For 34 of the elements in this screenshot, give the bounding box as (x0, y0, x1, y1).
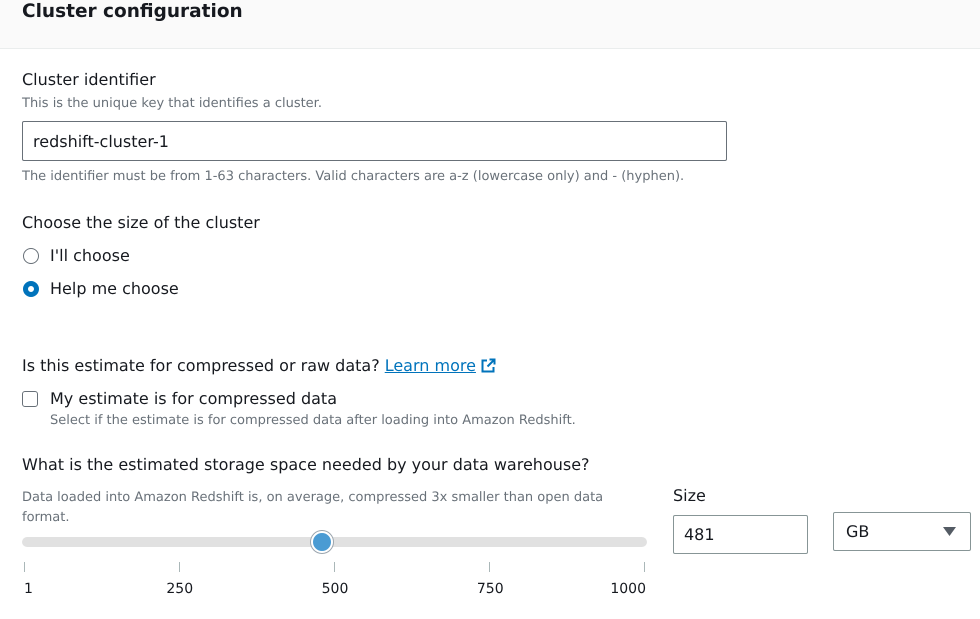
radio-button[interactable] (23, 280, 39, 296)
question-text: Is this estimate for compressed or raw data? (22, 355, 380, 377)
question-text: What is the estimated storage space needed by your data warehouse? (22, 454, 590, 476)
size-input[interactable]: 481 (673, 515, 808, 554)
checkbox[interactable] (22, 391, 38, 407)
checkbox-label[interactable]: My estimate is for compressed data (50, 388, 337, 410)
slider-thumb[interactable] (311, 531, 333, 553)
slider-tick (334, 562, 335, 572)
field-description: This is the unique key that identifies a cluster. (22, 95, 322, 113)
storage-description: Data loaded into Amazon Redshift is, on average, compressed 3x smaller than open data format. (22, 489, 604, 527)
slider-tick (179, 562, 180, 572)
slider-tick (644, 562, 645, 572)
tick-label: 1000 (610, 580, 646, 599)
field-label: Choose the size of the cluster (22, 212, 260, 234)
tick-label: 750 (476, 580, 504, 599)
slider-tick (24, 562, 25, 572)
unit-select[interactable]: GB (833, 512, 971, 551)
tick-label: 500 (322, 580, 348, 599)
slider-track[interactable] (22, 530, 647, 554)
radio-button[interactable] (23, 248, 39, 264)
section-title: Cluster configuration (22, 0, 243, 24)
tick-label: 250 (166, 580, 194, 599)
field-constraint: The identifier must be from 1-63 characters. Valid characters are a-z (lowercase only) and - (hyphen). (22, 168, 684, 186)
caret-down-icon (943, 527, 956, 536)
slider-tick (489, 562, 490, 572)
learn-more-link[interactable]: Learn more (384, 355, 496, 377)
external-link-icon (480, 358, 496, 374)
cluster-identifier-input[interactable]: redshift-cluster-1 (22, 121, 727, 161)
field-label: Size (673, 485, 707, 507)
checkbox-description: Select if the estimate is for compressed data after loading into Amazon Redshift. (50, 412, 576, 430)
radio-label[interactable]: Help me choose (50, 278, 179, 300)
tick-label: 1 (24, 580, 33, 599)
radio-label[interactable]: I'll choose (50, 244, 130, 266)
field-label: Cluster identifier (22, 69, 156, 91)
